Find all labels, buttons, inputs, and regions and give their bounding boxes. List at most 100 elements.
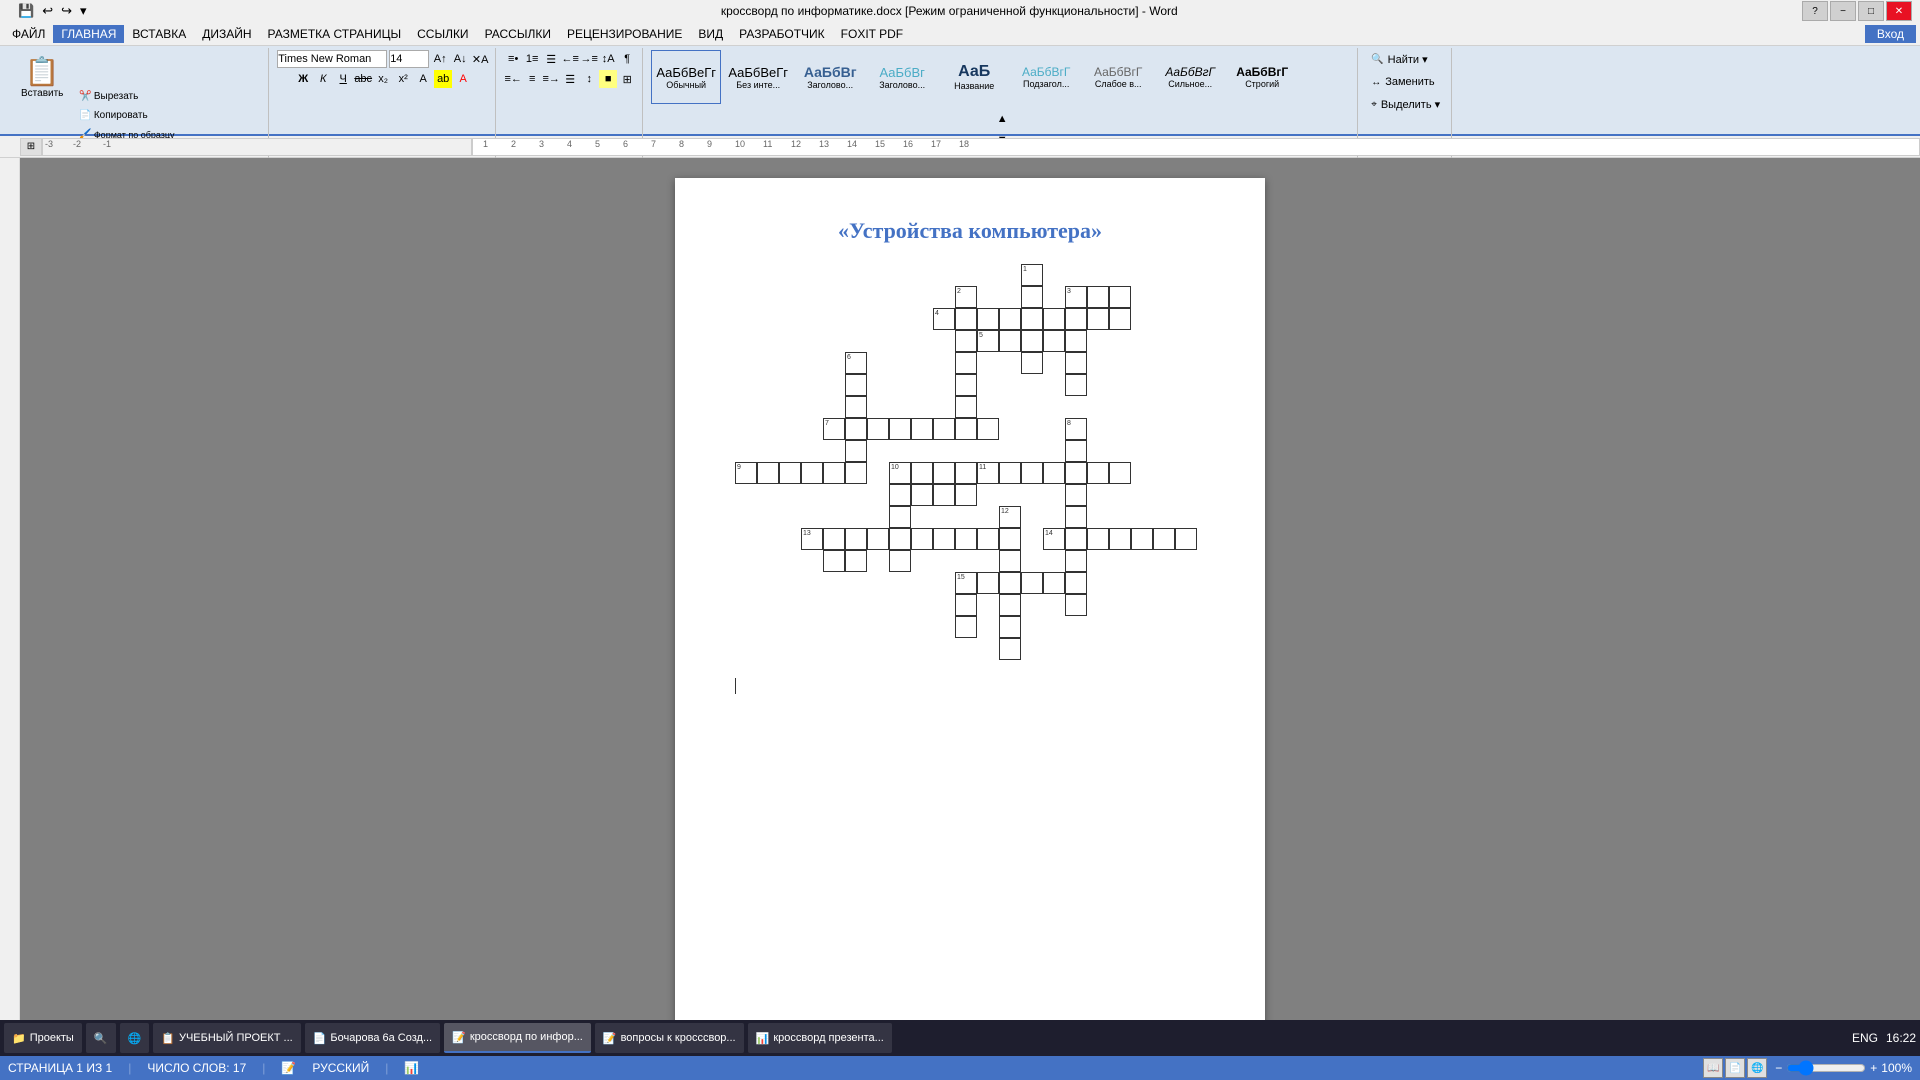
font-size-input[interactable]: [389, 50, 429, 68]
align-center-button[interactable]: ≡: [523, 70, 541, 88]
style-heading2[interactable]: АаБбВг Заголово...: [867, 50, 937, 104]
menu-design[interactable]: ДИЗАЙН: [194, 25, 259, 43]
replace-button[interactable]: ↔ Заменить: [1366, 73, 1445, 91]
print-layout-button[interactable]: 📄: [1725, 1058, 1745, 1078]
select-button[interactable]: ⌖ Выделить ▾: [1366, 95, 1445, 114]
style-quote[interactable]: АаБбВгГ Цитата 2: [651, 106, 721, 110]
paste-button[interactable]: 📋 Вставить: [14, 52, 70, 102]
taskbar-crossword-doc[interactable]: 📝 кроссворд по инфор...: [444, 1023, 591, 1053]
cell-15-2: [977, 572, 999, 594]
taskbar-search[interactable]: 🔍: [86, 1023, 116, 1053]
menu-home[interactable]: ГЛАВНАЯ: [53, 25, 124, 43]
shading-button[interactable]: ■: [599, 70, 617, 88]
ruler-area: ⊞ -3 -2 -1 1 2 3 4 5 6 7 8 9 10 11 12 13…: [0, 136, 1920, 158]
menu-developer[interactable]: РАЗРАБОТЧИК: [731, 25, 833, 43]
style-no-spacing[interactable]: АаБбВеГг Без инте...: [723, 50, 793, 104]
style-no-spacing-label: Без инте...: [736, 80, 780, 90]
zoom-in-button[interactable]: +: [1870, 1061, 1877, 1075]
style-highlighted[interactable]: АаБбВгГ Выделен...: [723, 106, 793, 110]
decrease-indent-button[interactable]: ←≡: [561, 50, 579, 68]
ruler-corner[interactable]: ⊞: [20, 138, 42, 156]
style-subtitle[interactable]: АаБбВгГ Подзагол...: [1011, 50, 1081, 104]
menu-review[interactable]: РЕЦЕНЗИРОВАНИЕ: [559, 25, 690, 43]
cut-button[interactable]: ✂️ Вырезать: [74, 88, 179, 105]
multilevel-button[interactable]: ☰: [542, 50, 560, 68]
redo-icon[interactable]: ↪: [59, 3, 74, 19]
taskbar-questions[interactable]: 📝 вопросы к кросссвор...: [595, 1023, 744, 1053]
find-button[interactable]: 🔍 Найти ▾: [1366, 50, 1445, 69]
copy-button[interactable]: 📄 Копировать: [74, 107, 179, 124]
taskbar-presentation-label: кроссворд презента...: [773, 1032, 884, 1044]
align-right-button[interactable]: ≡→: [542, 70, 560, 88]
styles-up-button[interactable]: ▲: [993, 110, 1011, 128]
read-mode-button[interactable]: 📖: [1703, 1058, 1723, 1078]
zoom-out-button[interactable]: −: [1775, 1061, 1782, 1075]
track-changes-icon[interactable]: 📊: [404, 1061, 419, 1075]
menu-mailings[interactable]: РАССЫЛКИ: [477, 25, 559, 43]
font-grow-button[interactable]: A↑: [431, 50, 449, 68]
subscript-button[interactable]: x₂: [374, 70, 392, 88]
style-normal[interactable]: АаБбВеГг Обычный: [651, 50, 721, 104]
italic-button[interactable]: К: [314, 70, 332, 88]
menu-references[interactable]: ССЫЛКИ: [409, 25, 476, 43]
menu-insert[interactable]: ВСТАВКА: [124, 25, 194, 43]
web-layout-button[interactable]: 🌐: [1747, 1058, 1767, 1078]
taskbar-project-doc[interactable]: 📋 УЧЕБНЫЙ ПРОЕКТ ...: [153, 1023, 300, 1053]
bullets-button[interactable]: ≡•: [504, 50, 522, 68]
cell-8-2: [1065, 440, 1087, 462]
sign-in-button[interactable]: Вход: [1865, 25, 1916, 43]
spell-icon[interactable]: 📝: [281, 1061, 296, 1075]
borders-button[interactable]: ⊞: [618, 70, 636, 88]
numbering-button[interactable]: 1≡: [523, 50, 541, 68]
style-intense-ref[interactable]: АаБбВгГ Сильная...: [867, 106, 937, 110]
underline-button[interactable]: Ч: [334, 70, 352, 88]
window-title: кроссворд по информатике.docx [Режим огр…: [97, 4, 1802, 18]
quick-access-more-icon[interactable]: ▾: [78, 3, 89, 19]
menu-view[interactable]: ВИД: [690, 25, 731, 43]
undo-icon[interactable]: ↩: [40, 3, 55, 19]
font-shrink-button[interactable]: A↓: [451, 50, 469, 68]
menu-bar: ФАЙЛ ГЛАВНАЯ ВСТАВКА ДИЗАЙН РАЗМЕТКА СТР…: [0, 22, 1920, 46]
zoom-area: − + 100%: [1775, 1060, 1912, 1076]
superscript-button[interactable]: x²: [394, 70, 412, 88]
taskbar-projects[interactable]: 📁 Проекты: [4, 1023, 82, 1053]
help-button[interactable]: ?: [1802, 1, 1828, 21]
menu-layout[interactable]: РАЗМЕТКА СТРАНИЦЫ: [260, 25, 410, 43]
strikethrough-button[interactable]: abc: [354, 70, 372, 88]
taskbar-bocharova[interactable]: 📄 Бочарова 6а Созд...: [305, 1023, 440, 1053]
document-area[interactable]: «Устройства компьютера» 1 2: [20, 158, 1920, 1056]
style-normal-preview: АаБбВеГг: [656, 65, 716, 80]
taskbar-browser[interactable]: 🌐: [120, 1023, 150, 1053]
menu-file[interactable]: ФАЙЛ: [4, 25, 53, 43]
align-left-button[interactable]: ≡←: [504, 70, 522, 88]
maximize-button[interactable]: □: [1858, 1, 1884, 21]
cell-7-1: 7: [823, 418, 845, 440]
cell-3h-2: [1109, 286, 1131, 308]
line-spacing-button[interactable]: ↕: [580, 70, 598, 88]
taskbar-presentation[interactable]: 📊 кроссворд презента...: [748, 1023, 892, 1053]
style-subtle-ref[interactable]: АаБбВгГ Слабая сс...: [795, 106, 865, 110]
text-effects-button[interactable]: A: [414, 70, 432, 88]
cell-lower-3: [999, 594, 1021, 616]
style-intense[interactable]: АаБбВгГ Строгий: [1227, 50, 1297, 104]
justify-button[interactable]: ☰: [561, 70, 579, 88]
font-color-button[interactable]: A: [454, 70, 472, 88]
clear-format-button[interactable]: ✕A: [471, 50, 489, 68]
increase-indent-button[interactable]: →≡: [580, 50, 598, 68]
font-name-input[interactable]: [277, 50, 387, 68]
close-button[interactable]: ✕: [1886, 1, 1912, 21]
style-heading1[interactable]: АаБбВг Заголово...: [795, 50, 865, 104]
style-subtle-emphasis[interactable]: АаБбВгГ Слабое в...: [1083, 50, 1153, 104]
save-icon[interactable]: 💾: [16, 3, 36, 19]
style-title[interactable]: АаБ Название: [939, 50, 1009, 104]
style-emphasis[interactable]: АаБбВгГ Сильное...: [1155, 50, 1225, 104]
highlight-button[interactable]: ab: [434, 70, 452, 88]
zoom-slider[interactable]: [1786, 1060, 1866, 1076]
cell-7-3: [867, 418, 889, 440]
menu-foxit[interactable]: FOXIT PDF: [833, 25, 911, 43]
cell-5-5: [1065, 330, 1087, 352]
minimize-button[interactable]: −: [1830, 1, 1856, 21]
sort-button[interactable]: ↕A: [599, 50, 617, 68]
bold-button[interactable]: Ж: [294, 70, 312, 88]
show-formatting-button[interactable]: ¶: [618, 50, 636, 68]
